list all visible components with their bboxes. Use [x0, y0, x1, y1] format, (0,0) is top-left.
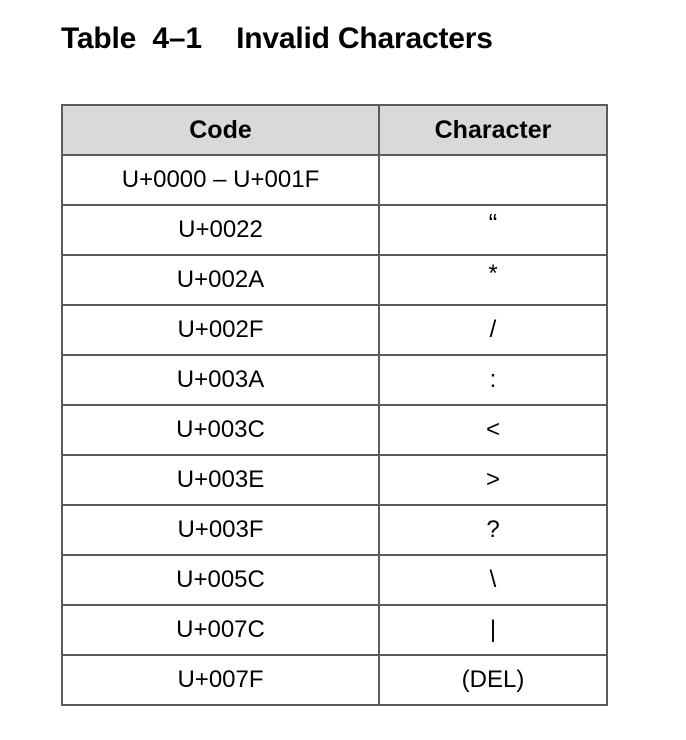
cell-character: ? [378, 504, 608, 556]
table-row: U+0000 – U+001F [61, 154, 608, 206]
table-row: U+003F ? [61, 504, 608, 556]
table-row: U+002A * [61, 254, 608, 306]
document-page: Table 4–1 Invalid Characters Code Charac… [0, 0, 686, 740]
cell-code: U+002F [61, 304, 380, 356]
cell-code: U+003C [61, 404, 380, 456]
table-row: U+003A : [61, 354, 608, 406]
table-row: U+003E > [61, 454, 608, 506]
cell-character: * [378, 254, 608, 306]
table-header-row: Code Character [61, 104, 608, 156]
cell-character: : [378, 354, 608, 406]
cell-code: U+002A [61, 254, 380, 306]
table-row: U+005C \ [61, 554, 608, 606]
cell-character: (DEL) [378, 654, 608, 706]
table-title-number: 4–1 [152, 22, 202, 55]
cell-code: U+0000 – U+001F [61, 154, 380, 206]
cell-code: U+003A [61, 354, 380, 406]
table-row: U+007F (DEL) [61, 654, 608, 706]
cell-code: U+0022 [61, 204, 380, 256]
cell-character: > [378, 454, 608, 506]
table-row: U+003C < [61, 404, 608, 456]
cell-character: < [378, 404, 608, 456]
cell-character: \ [378, 554, 608, 606]
invalid-characters-table: Code Character U+0000 – U+001F U+0022 “ … [61, 104, 608, 706]
cell-character: “ [378, 204, 608, 256]
cell-code: U+003E [61, 454, 380, 506]
table-title-name: Invalid Characters [236, 22, 493, 55]
cell-code: U+005C [61, 554, 380, 606]
cell-code: U+007C [61, 604, 380, 656]
table-row: U+002F / [61, 304, 608, 356]
cell-character [378, 154, 608, 206]
table-title: Table 4–1 Invalid Characters [61, 22, 493, 56]
cell-code: U+007F [61, 654, 380, 706]
table-header: Code Character [61, 104, 608, 156]
table-row: U+0022 “ [61, 204, 608, 256]
column-header-character: Character [378, 104, 608, 156]
cell-character: / [378, 304, 608, 356]
table-row: U+007C | [61, 604, 608, 656]
table-body: U+0000 – U+001F U+0022 “ U+002A * U+002F… [61, 154, 608, 706]
cell-code: U+003F [61, 504, 380, 556]
cell-character: | [378, 604, 608, 656]
table-title-label: Table [61, 22, 137, 55]
column-header-code: Code [61, 104, 380, 156]
